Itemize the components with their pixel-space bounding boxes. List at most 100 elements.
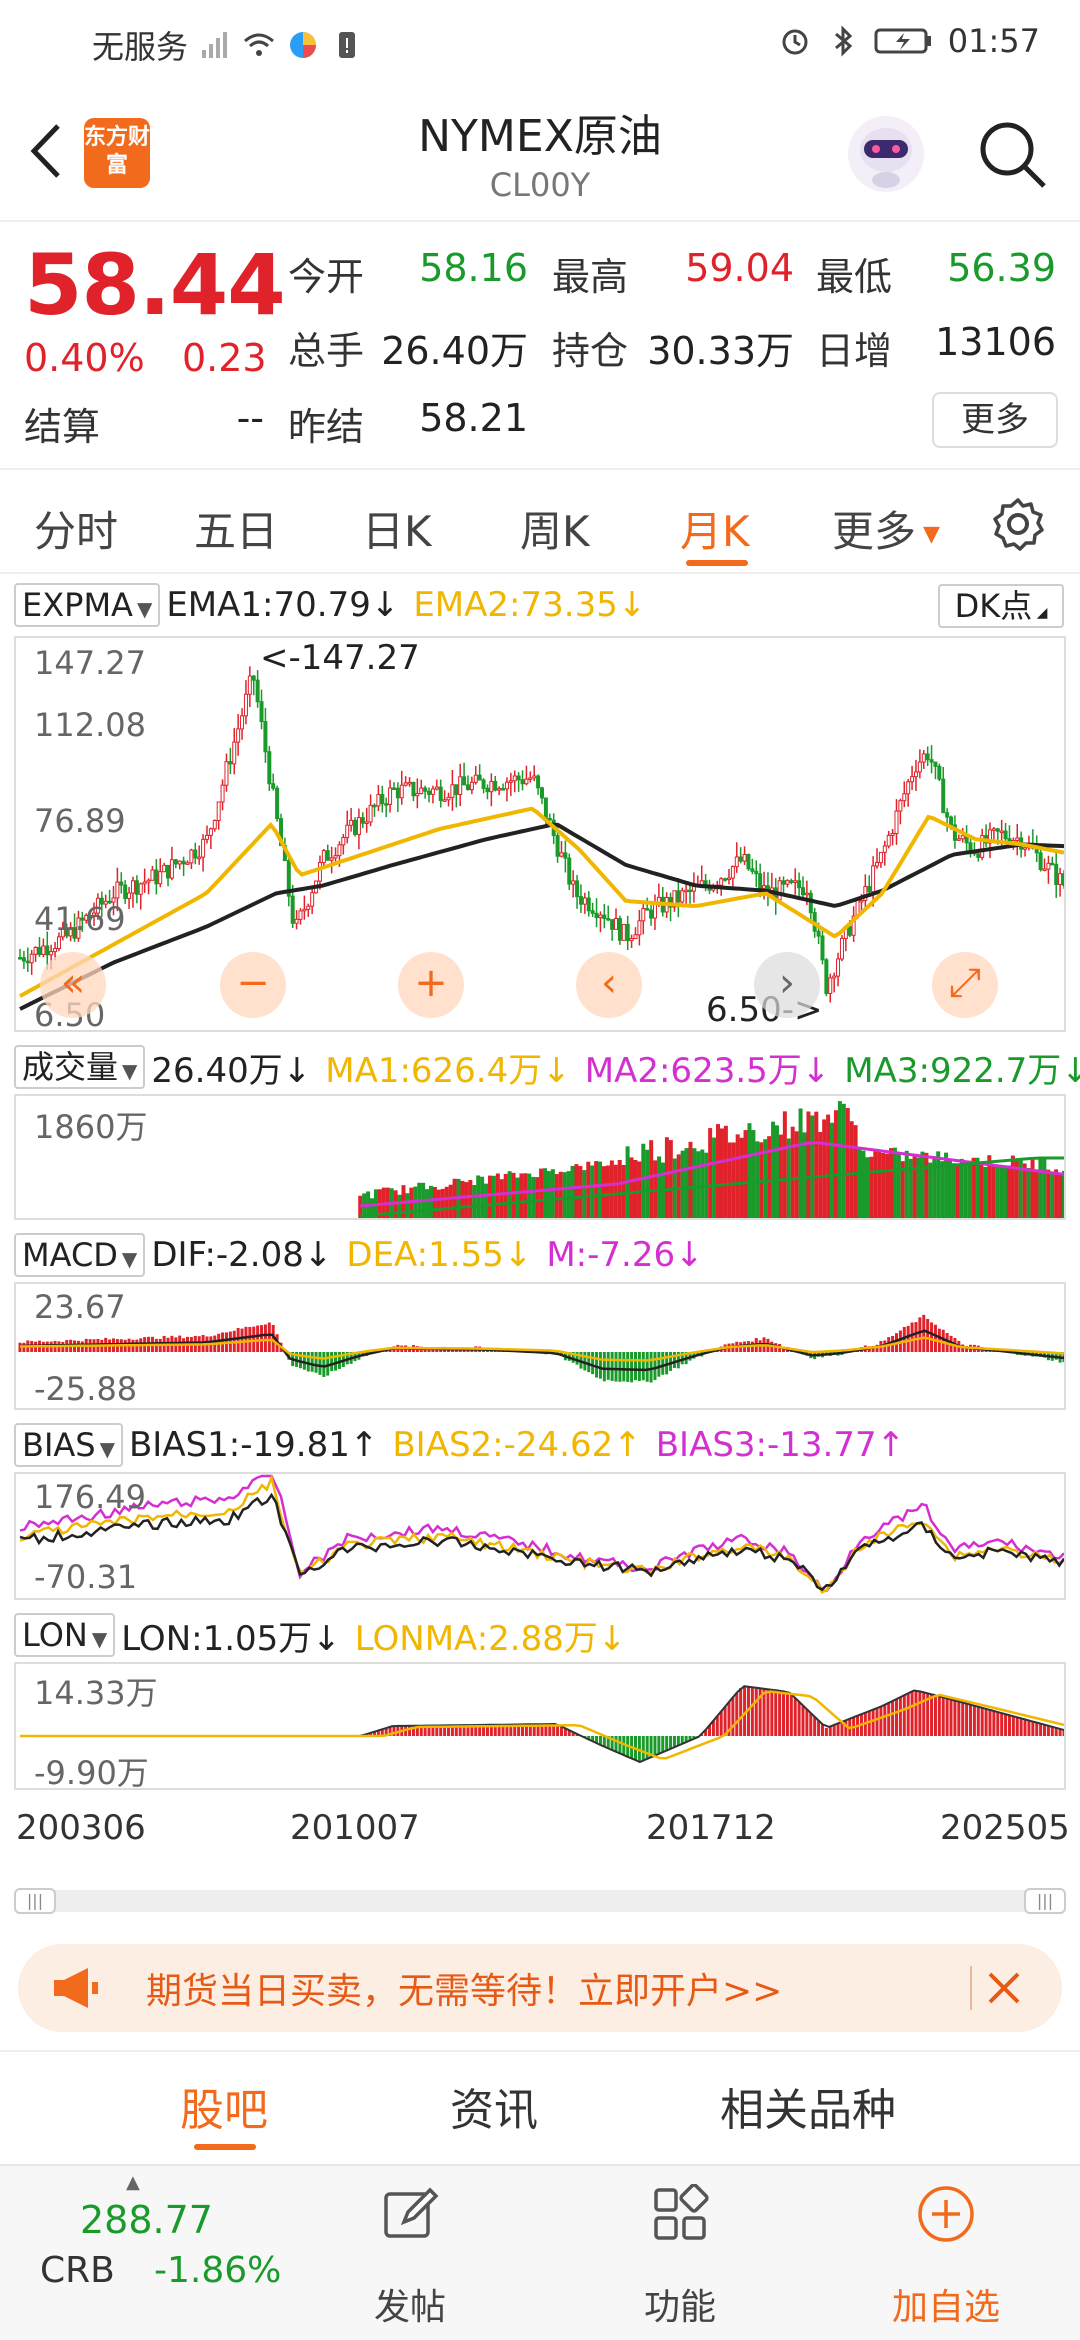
more-quote-button[interactable]: 更多 [932,392,1058,448]
volume-bar [539,1168,544,1218]
post-button[interactable]: 发帖 [330,2178,490,2328]
volume-bar [460,1180,465,1218]
volume-bar [598,1161,603,1218]
search-icon[interactable] [974,116,1050,192]
tab-weekly-k[interactable]: 周K [520,498,590,559]
bias-panel[interactable]: 176.49 -70.31 [14,1472,1066,1600]
tab-monthly-k[interactable]: 月K [680,498,750,559]
close-icon[interactable] [980,1964,1028,2012]
volume-bar [554,1174,559,1218]
lon-bar [875,1708,879,1736]
lon-bar [770,1689,774,1736]
crb-index-name[interactable]: CRB [40,2250,115,2291]
quote-panel: 58.44 0.40% 0.23 结算 -- 今开 58.16 最高 59.04… [0,222,1080,470]
macd-bar [633,1352,637,1381]
volume-bar [582,1170,587,1218]
candle-body [804,892,809,896]
volume-bar [570,1165,575,1218]
candle-body [543,797,548,819]
candle-body [910,776,915,783]
candle-body [25,960,30,964]
candle-body [497,788,502,791]
lon-bar [836,1723,840,1736]
volume-bar [425,1189,430,1218]
volume-bar [574,1164,579,1218]
macd-bar [263,1324,267,1352]
assistant-robot-icon[interactable] [846,114,926,194]
volume-bar [684,1148,689,1218]
candle-body [726,877,731,881]
lon-bar [1027,1720,1031,1736]
tab-five-day[interactable]: 五日 [194,498,278,559]
tab-daily-k[interactable]: 日K [362,498,432,559]
tab-forum[interactable]: 股吧 [180,2074,268,2138]
tab-intraday[interactable]: 分时 [34,498,118,559]
zoom-out-button[interactable]: − [220,952,286,1018]
range-handle-left[interactable]: ||| [14,1888,56,1914]
lon-bar [645,1736,649,1759]
volume-bar [409,1187,414,1218]
volume-bar [822,1119,827,1218]
lon-selector[interactable]: LON ▼ [14,1613,116,1657]
macd-bar [240,1328,244,1352]
add-watchlist-button[interactable]: 加自选 [866,2178,1026,2328]
candle-body [652,902,657,919]
volume-bar [558,1171,563,1218]
expma-selector[interactable]: EXPMA ▼ [14,583,161,627]
volume-bar [535,1177,540,1218]
candle-body [430,788,435,795]
macd-bar [906,1325,910,1352]
app-notification-icon [290,32,317,58]
tab-more[interactable]: 更多 ▼ [832,498,940,559]
volume-bar [955,1165,960,1218]
zoom-in-button[interactable]: + [398,952,464,1018]
candle-body [859,899,864,903]
macd-selector[interactable]: MACD ▼ [14,1233,146,1277]
tab-related[interactable]: 相关品种 [720,2074,896,2138]
candle-body [894,810,899,835]
promo-banner[interactable]: 期货当日买卖，无需等待！立即开户>> [18,1944,1062,2032]
bias-selector[interactable]: BIAS ▼ [14,1423,123,1467]
scroll-left-button[interactable]: ‹ [576,952,642,1018]
candle-body [489,780,494,793]
macd-chart [18,1314,1064,1383]
lon-bar [739,1688,743,1736]
volume-panel[interactable]: 1860万 [14,1094,1066,1220]
candle-body [162,864,167,873]
macd-bar [614,1352,618,1382]
range-handle-right[interactable]: ||| [1024,1888,1066,1914]
chart-range-scrollbar[interactable]: ||| ||| [14,1888,1066,1914]
crb-index-change[interactable]: -1.86% [154,2250,281,2291]
scroll-right-button[interactable]: › [754,952,820,1018]
lon-bar [930,1694,934,1736]
volume-bar [586,1161,591,1218]
macd-m: M:-7.26↓ [546,1235,704,1275]
candle-body [485,787,490,793]
candle-body [641,908,646,922]
tab-news[interactable]: 资讯 [450,2074,538,2138]
price-panel[interactable]: 147.27 112.08 76.89 41.69 6.50 <-147.27 … [14,636,1066,1032]
lon-bar [789,1694,793,1736]
gear-icon[interactable] [990,496,1046,552]
volume-bar [527,1173,532,1218]
candle-body [356,817,361,835]
scroll-left-fast-button[interactable]: « [40,952,106,1018]
candle-body [945,812,950,818]
functions-button[interactable]: 功能 [600,2178,760,2328]
divider [0,2050,1080,2052]
bottom-action-bar: ▲ 288.77 CRB -1.86% 发帖 功能 加自选 [0,2164,1080,2340]
candle-body [329,857,334,861]
candle-body [290,895,295,924]
macd-panel[interactable]: 23.67 -25.88 [14,1282,1066,1410]
candle-body [637,920,642,936]
volume-bar [841,1103,846,1218]
lon-bar [941,1697,945,1736]
macd-bar [252,1326,256,1352]
crb-index-value[interactable]: 288.77 [80,2198,213,2242]
candle-body [590,910,595,914]
lon-panel[interactable]: 14.33万 -9.90万 [14,1662,1066,1790]
chevron-down-icon: ▼ [916,522,940,547]
volume-selector[interactable]: 成交量 ▼ [14,1045,146,1089]
fullscreen-button[interactable]: ⤢ [932,952,998,1018]
dk-point-button[interactable]: DK点 ◢ [938,584,1064,628]
